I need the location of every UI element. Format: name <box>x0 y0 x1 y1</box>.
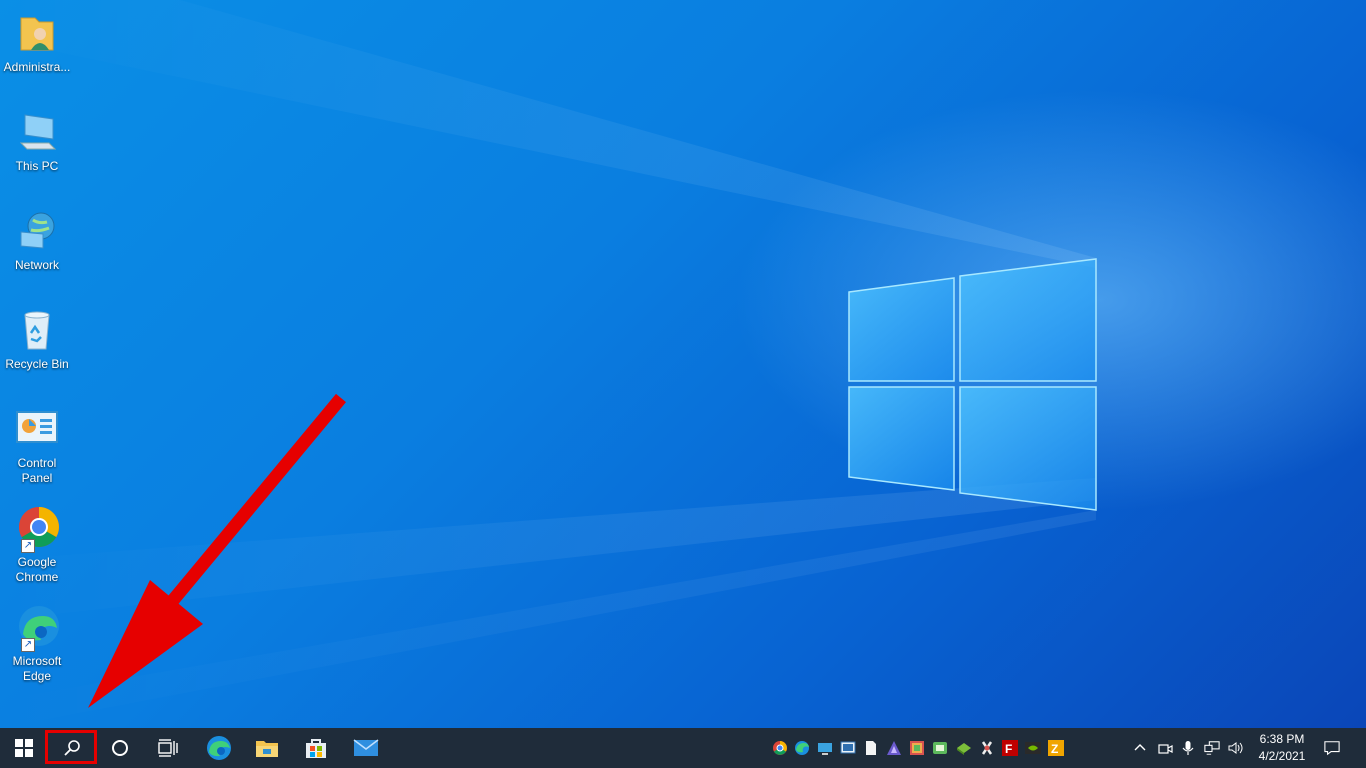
show-hidden-icons-button[interactable] <box>1132 740 1148 756</box>
meet-now-icon <box>1158 744 1173 754</box>
volume-icon <box>1228 742 1243 754</box>
network-icon <box>1204 741 1220 755</box>
tray-app-icon-3[interactable] <box>956 740 972 756</box>
microphone-icon <box>1182 741 1194 755</box>
cortana-button[interactable] <box>96 728 144 768</box>
desktop-icon-control-panel[interactable]: Control Panel <box>2 406 72 486</box>
tray-edge-icon[interactable] <box>794 740 810 756</box>
edge-icon <box>207 736 231 760</box>
file-explorer-icon <box>256 741 278 757</box>
clock[interactable]: 6:38 PM 4/2/2021 <box>1250 731 1314 765</box>
clock-date: 4/2/2021 <box>1258 749 1306 763</box>
desktop-icon-network[interactable]: Network <box>2 208 72 273</box>
recycle-bin-icon <box>13 307 61 355</box>
volume-button[interactable] <box>1228 740 1244 756</box>
desktop-icon-label: Administra... <box>3 60 71 74</box>
edge-icon: ↗ <box>13 604 61 652</box>
shortcut-arrow-icon: ↗ <box>21 638 35 652</box>
taskbar-mail-button[interactable] <box>342 728 390 768</box>
taskbar-file-explorer-button[interactable] <box>243 728 291 768</box>
tray-remote-desktop-icon[interactable] <box>840 740 856 756</box>
desktop-icon-label: Google Chrome <box>15 555 59 584</box>
action-center-button[interactable] <box>1324 740 1340 756</box>
tray-app-icon-1[interactable] <box>886 740 902 756</box>
tray-chrome-icon[interactable] <box>772 740 788 756</box>
computer-icon <box>13 109 61 157</box>
desktop: Administra... This PC Network Recycle Bi… <box>0 0 1366 728</box>
taskbar-edge-button[interactable] <box>195 728 243 768</box>
chevron-up-icon <box>1134 744 1146 751</box>
action-center-icon <box>1324 741 1340 756</box>
shortcut-arrow-icon: ↗ <box>21 539 35 553</box>
task-view-button[interactable] <box>144 728 192 768</box>
chrome-icon: ↗ <box>13 505 61 553</box>
desktop-icon-microsoft-edge[interactable]: ↗ Microsoft Edge <box>2 604 72 684</box>
tray-document-icon[interactable] <box>863 740 879 756</box>
svg-text:Z: Z <box>1051 742 1058 756</box>
task-view-icon <box>158 739 178 757</box>
desktop-icon-label: Network <box>14 258 59 272</box>
network-status-button[interactable] <box>1204 740 1220 756</box>
cortana-circle-icon <box>112 740 128 756</box>
start-button[interactable] <box>0 728 48 768</box>
tray-green-app-icon[interactable] <box>932 740 948 756</box>
tray-filezilla-icon[interactable]: F <box>1002 740 1018 756</box>
clock-time: 6:38 PM <box>1259 732 1305 746</box>
mail-icon <box>353 739 379 756</box>
network-icon <box>13 208 61 256</box>
tray-nvidia-icon[interactable] <box>1025 740 1041 756</box>
svg-text:F: F <box>1005 742 1012 756</box>
store-icon <box>306 739 326 758</box>
taskbar: F Z 6:38 PM 4/2/2021 <box>0 728 1366 768</box>
microphone-button[interactable] <box>1180 740 1196 756</box>
desktop-icon-label: Recycle Bin <box>5 357 69 371</box>
desktop-icon-label: Control Panel <box>17 456 57 485</box>
tray-app-icon-4[interactable] <box>979 740 995 756</box>
desktop-icon-this-pc[interactable]: This PC <box>2 109 72 174</box>
search-highlight-box <box>45 730 97 764</box>
tray-filezilla-z-icon[interactable]: Z <box>1048 740 1064 756</box>
taskbar-store-button[interactable] <box>292 728 340 768</box>
desktop-icon-google-chrome[interactable]: ↗ Google Chrome <box>2 505 72 585</box>
control-panel-icon <box>13 406 61 454</box>
windows-start-icon <box>15 739 33 757</box>
desktop-icon-label: Microsoft Edge <box>12 654 62 683</box>
tray-app-icon-2[interactable] <box>909 740 925 756</box>
user-folder-icon <box>13 10 61 58</box>
desktop-icon-label: This PC <box>15 159 59 173</box>
wallpaper <box>0 0 1097 728</box>
desktop-icon-recycle-bin[interactable]: Recycle Bin <box>2 307 72 372</box>
tray-monitor-icon[interactable] <box>817 740 833 756</box>
desktop-icon-administrator[interactable]: Administra... <box>2 10 72 75</box>
meet-now-button[interactable] <box>1157 740 1173 756</box>
